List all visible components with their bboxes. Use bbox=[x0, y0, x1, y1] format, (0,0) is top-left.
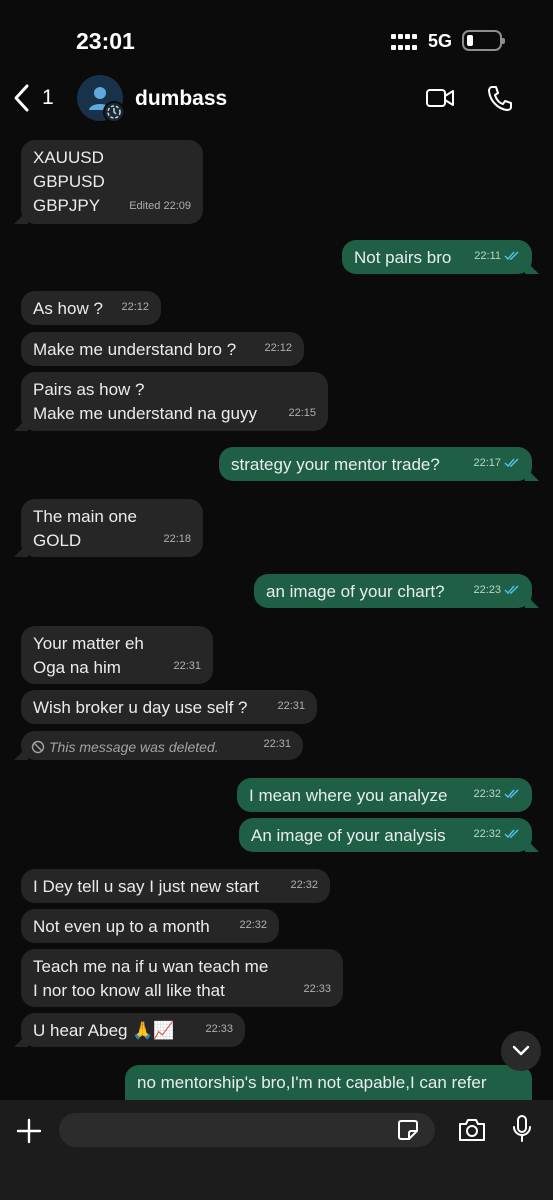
message-bubble[interactable]: I mean where you analyze 22:32 bbox=[237, 778, 532, 812]
message-bubble[interactable]: An image of your analysis 22:32 bbox=[239, 818, 532, 852]
status-time: 23:01 bbox=[76, 28, 135, 54]
message-bubble[interactable]: no mentorship's bro,I'm not capable,I ca… bbox=[125, 1065, 532, 1102]
message-text: U hear Abeg 🙏📈 bbox=[33, 1021, 175, 1040]
sticker-icon bbox=[398, 1120, 418, 1140]
message-time: 22:31 bbox=[173, 660, 201, 672]
message-bubble[interactable]: I Dey tell u say I just new start 22:32 bbox=[21, 869, 330, 903]
message-bubble[interactable]: an image of your chart? 22:23 bbox=[254, 574, 532, 608]
message-text: Teach me na if u wan teach me I nor too … bbox=[33, 957, 269, 1000]
chat-header: 1 dumbass bbox=[0, 70, 553, 128]
message-text: Wish broker u day use self ? bbox=[33, 698, 248, 717]
message-input[interactable] bbox=[59, 1113, 435, 1147]
scroll-to-bottom-button[interactable] bbox=[501, 1031, 541, 1071]
deleted-message-text: This message was deleted. bbox=[31, 735, 291, 759]
message-bubble[interactable]: Not even up to a month 22:32 bbox=[21, 909, 279, 943]
deleted-message-bubble[interactable]: This message was deleted. 22:31 bbox=[21, 731, 303, 760]
contact-name[interactable]: dumbass bbox=[135, 87, 227, 111]
message-time: 22:18 bbox=[163, 533, 191, 545]
camera-button[interactable] bbox=[457, 1117, 487, 1148]
voice-call-button[interactable] bbox=[487, 84, 513, 117]
message-time: Edited 22:09 bbox=[129, 200, 191, 212]
message-list[interactable]: XAUUSD GBPUSD GBPJPY Edited 22:09 Not pa… bbox=[0, 128, 553, 1102]
message-time: 22:11 bbox=[474, 244, 520, 268]
message-bubble[interactable]: Not pairs bro 22:11 bbox=[342, 240, 532, 274]
message-bubble[interactable]: Make me understand bro ? 22:12 bbox=[21, 332, 304, 366]
chevron-down-icon bbox=[512, 1045, 530, 1056]
message-bubble[interactable]: U hear Abeg 🙏📈 22:33 bbox=[21, 1013, 245, 1047]
phone-icon bbox=[488, 86, 512, 111]
message-time: 22:32 bbox=[290, 879, 318, 891]
message-time: 22:33 bbox=[205, 1023, 233, 1035]
sticker-button[interactable] bbox=[397, 1119, 419, 1146]
message-text: Not even up to a month bbox=[33, 917, 210, 936]
disappearing-timer-icon bbox=[103, 101, 125, 123]
unread-count: 1 bbox=[42, 86, 54, 109]
message-time: 22:33 bbox=[303, 983, 331, 995]
microphone-icon bbox=[513, 1115, 531, 1142]
message-bubble[interactable]: strategy your mentor trade? 22:17 bbox=[219, 447, 532, 481]
message-time: 22:31 bbox=[263, 738, 291, 750]
double-check-icon bbox=[504, 829, 519, 839]
message-time: 22:32 bbox=[239, 919, 267, 931]
message-time: 22:32 bbox=[473, 782, 520, 806]
message-time: 22:17 bbox=[473, 451, 520, 475]
message-time: 22:12 bbox=[264, 342, 292, 354]
message-bubble[interactable]: Teach me na if u wan teach me I nor too … bbox=[21, 949, 343, 1007]
message-text: Pairs as how ? Make me understand na guy… bbox=[33, 380, 257, 423]
double-check-icon bbox=[504, 585, 519, 595]
message-bubble[interactable]: The main one GOLD 22:18 bbox=[21, 499, 203, 557]
message-text: no mentorship's bro,I'm not capable,I ca… bbox=[137, 1073, 487, 1092]
message-time: 22:12 bbox=[121, 301, 149, 313]
battery-level bbox=[467, 35, 473, 46]
message-text: I Dey tell u say I just new start bbox=[33, 877, 259, 896]
message-text: Make me understand bro ? bbox=[33, 340, 237, 359]
status-bar: 23:01 5G bbox=[0, 0, 553, 70]
message-time: 22:32 bbox=[473, 822, 520, 846]
message-time: 22:31 bbox=[277, 700, 305, 712]
message-bubble[interactable]: As how ? 22:12 bbox=[21, 291, 161, 325]
message-time: 22:23 bbox=[473, 578, 520, 602]
video-camera-icon bbox=[426, 89, 454, 107]
battery-icon bbox=[462, 30, 505, 51]
signal-icon bbox=[391, 30, 419, 50]
attach-button[interactable] bbox=[16, 1118, 42, 1149]
microphone-button[interactable] bbox=[511, 1114, 533, 1149]
double-check-icon bbox=[504, 251, 519, 261]
camera-icon bbox=[459, 1119, 485, 1141]
message-composer bbox=[0, 1100, 553, 1200]
message-bubble[interactable]: Your matter eh Oga na him 22:31 bbox=[21, 626, 213, 684]
back-button[interactable]: 1 bbox=[12, 80, 54, 116]
double-check-icon bbox=[504, 789, 519, 799]
video-call-button[interactable] bbox=[425, 87, 455, 114]
plus-icon bbox=[16, 1118, 42, 1144]
message-bubble[interactable]: Wish broker u day use self ? 22:31 bbox=[21, 690, 317, 724]
message-bubble[interactable]: Pairs as how ? Make me understand na guy… bbox=[21, 372, 328, 431]
network-label: 5G bbox=[428, 31, 453, 51]
message-bubble[interactable]: XAUUSD GBPUSD GBPJPY Edited 22:09 bbox=[21, 140, 203, 224]
chevron-left-icon bbox=[14, 84, 29, 112]
message-time: 22:15 bbox=[288, 407, 316, 419]
blocked-icon bbox=[31, 740, 45, 754]
double-check-icon bbox=[504, 458, 519, 468]
